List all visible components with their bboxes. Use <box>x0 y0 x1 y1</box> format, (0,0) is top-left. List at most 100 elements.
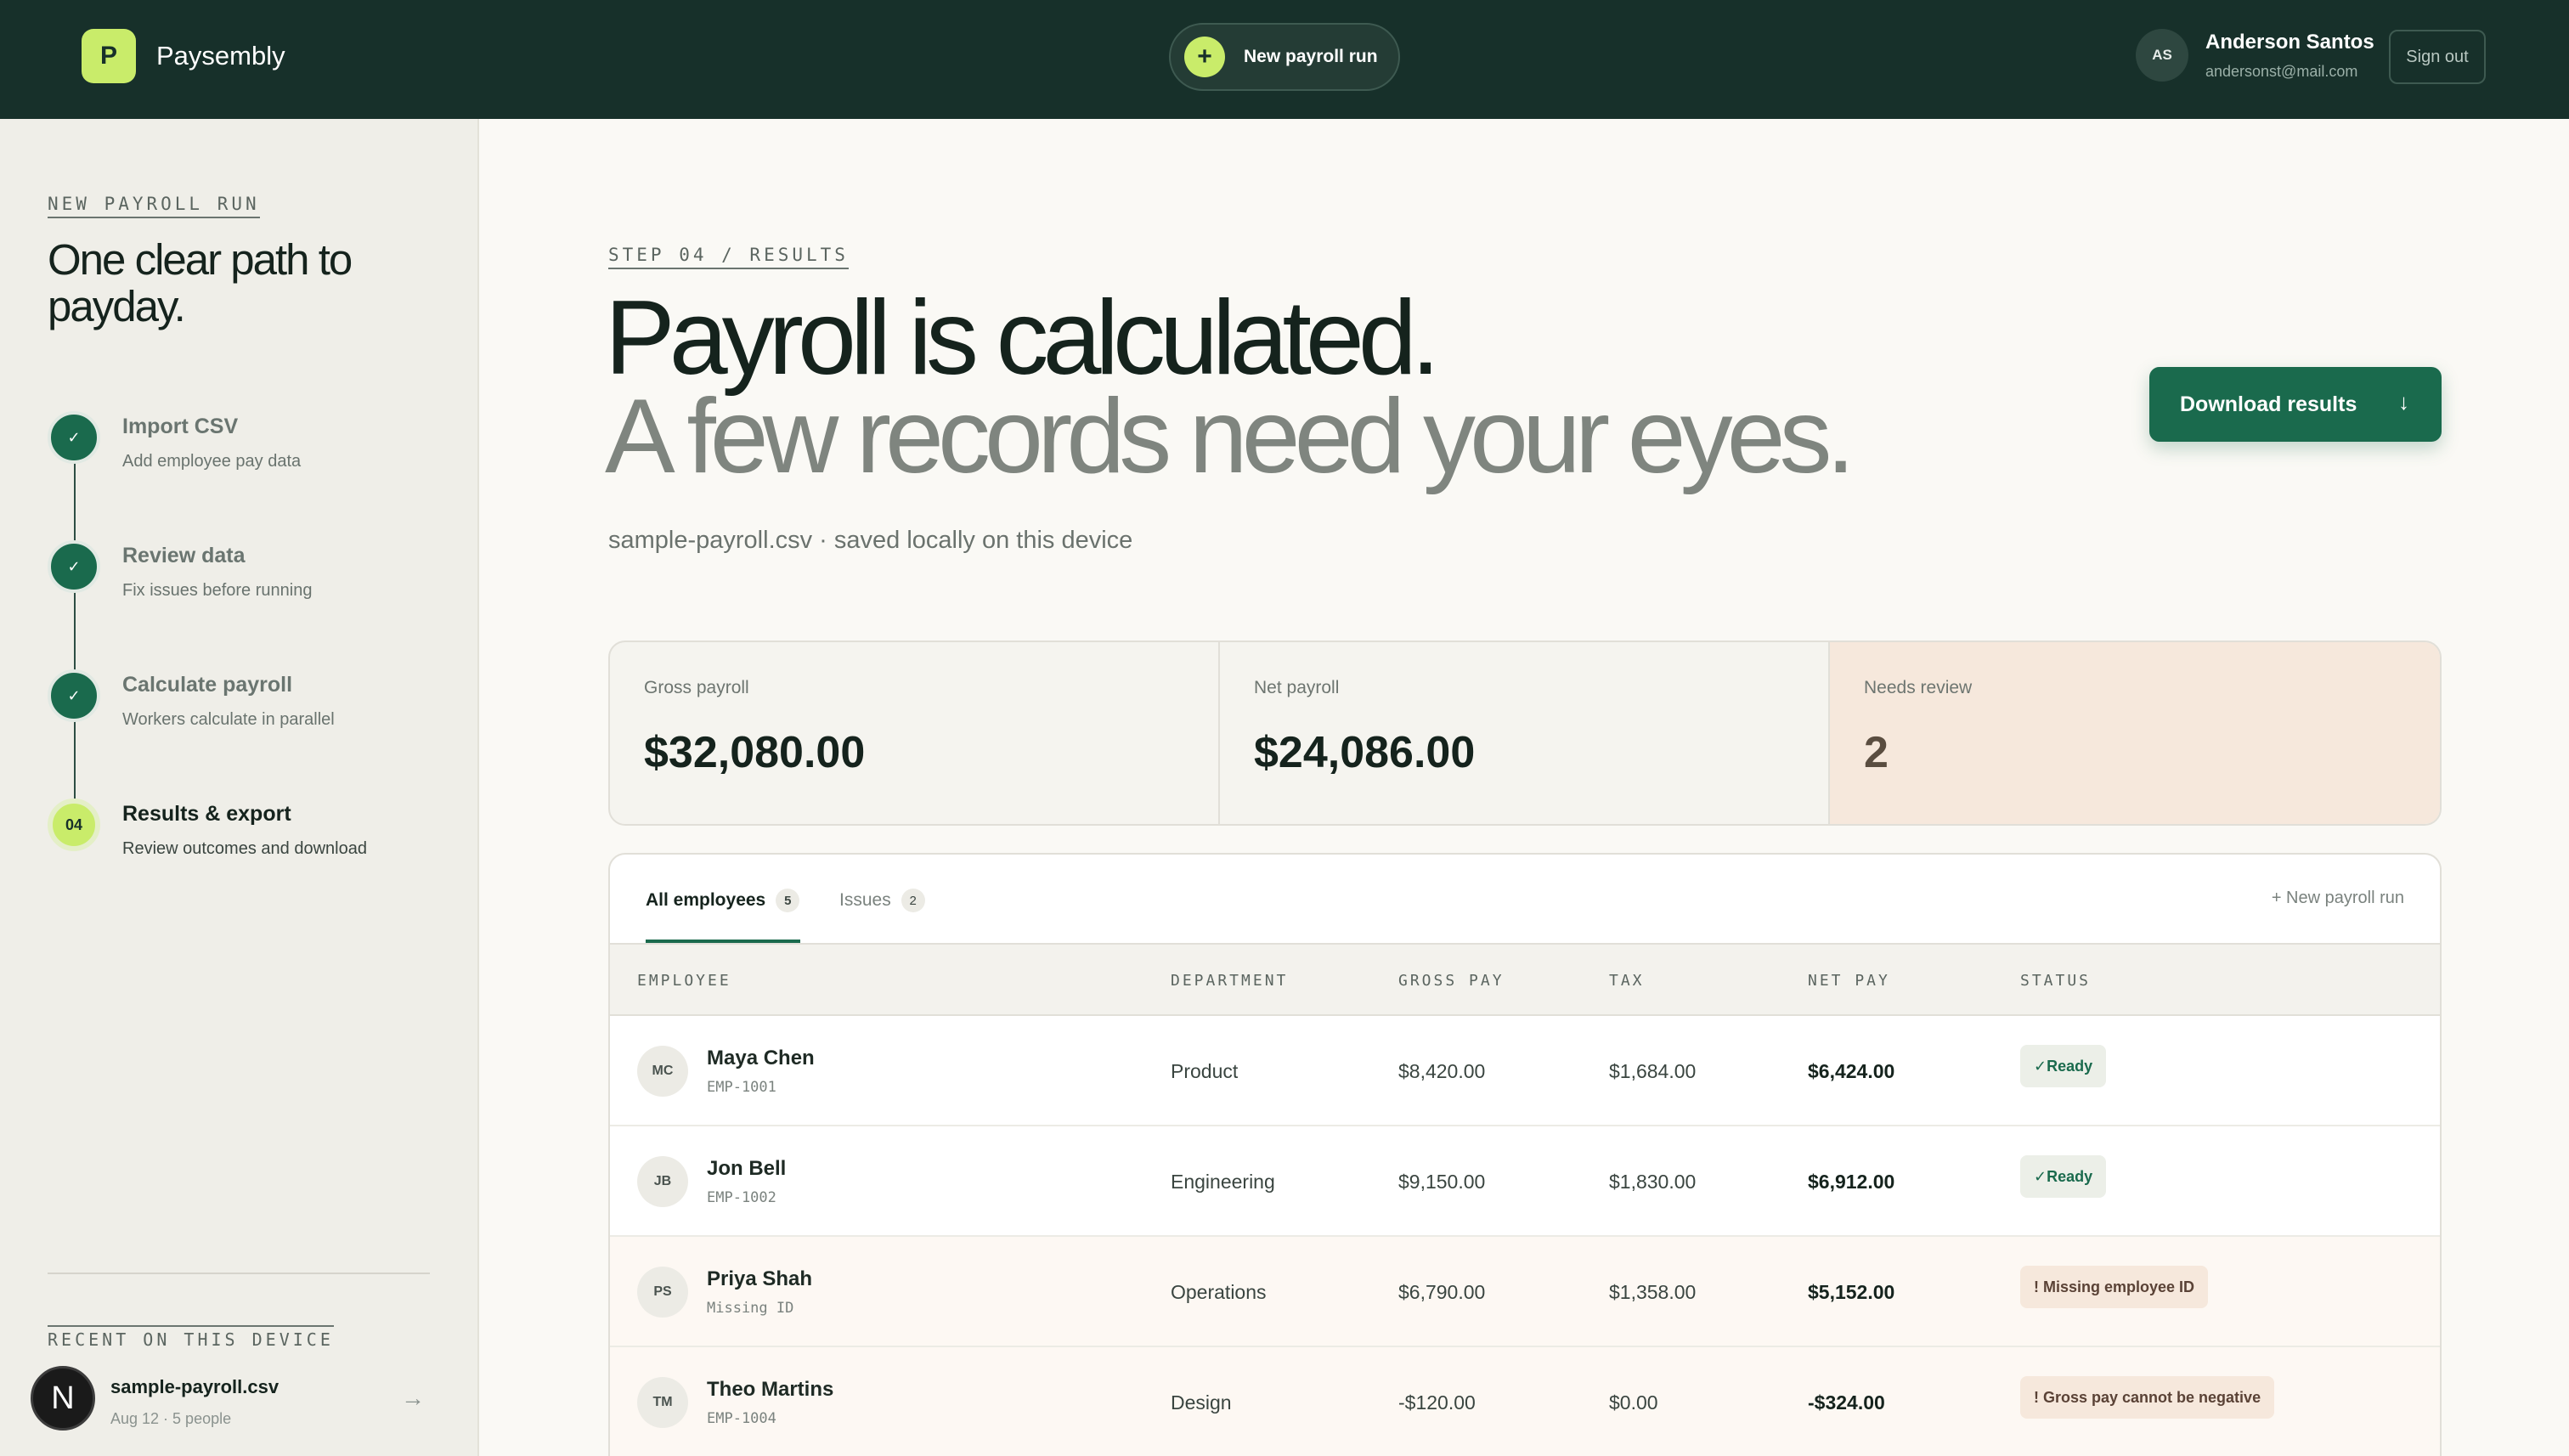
employee-id: EMP-1004 <box>707 1410 776 1427</box>
brand[interactable]: P Paysembly <box>82 29 285 83</box>
sidebar-title: One clear path to payday. <box>48 235 353 330</box>
stat-net-payroll: Net payroll $24,086.00 <box>1220 642 1830 824</box>
column-header[interactable]: NET PAY <box>1808 972 1890 990</box>
file-note: sample-payroll.csv · saved locally on th… <box>608 527 1133 554</box>
avatar: JB <box>637 1156 688 1207</box>
step-title: Import CSV <box>122 415 239 438</box>
step-eyebrow: STEP 04 / RESULTS <box>608 245 849 269</box>
table-row[interactable]: JB Jon Bell EMP-1002 Engineering $9,150.… <box>610 1126 2440 1237</box>
stat-label: Net payroll <box>1254 678 1340 697</box>
net-pay: $6,912.00 <box>1808 1171 1895 1193</box>
tax: $1,830.00 <box>1609 1171 1697 1193</box>
download-icon: ↓ <box>2398 389 2409 415</box>
net-pay: $6,424.00 <box>1808 1060 1895 1082</box>
avatar: TM <box>637 1377 688 1428</box>
tax: $0.00 <box>1609 1391 1658 1414</box>
step-review-data[interactable]: ✓ Review data Fix issues before running <box>48 540 447 625</box>
brand-logo: P <box>82 29 136 83</box>
gross-pay: $6,790.00 <box>1398 1281 1486 1303</box>
employee-id: EMP-1001 <box>707 1079 776 1096</box>
tab-label: Issues <box>839 890 891 910</box>
active-tab-indicator <box>646 940 800 943</box>
status-badge: ✓Ready <box>2020 1045 2107 1087</box>
step-results-export[interactable]: 04 Results & export Review outcomes and … <box>48 799 447 883</box>
step-connector <box>74 445 76 832</box>
employee-name: Theo Martins <box>707 1378 834 1401</box>
check-icon: ✓ <box>48 540 100 593</box>
tab-issues[interactable]: Issues 2 <box>839 889 925 912</box>
tab-all-employees[interactable]: All employees 5 <box>646 889 800 912</box>
stat-label: Gross payroll <box>644 678 749 697</box>
step-subtitle: Review outcomes and download <box>122 839 367 858</box>
sign-out-button[interactable]: Sign out <box>2389 30 2486 84</box>
brand-name: Paysembly <box>156 41 285 71</box>
plus-icon: + <box>1184 37 1225 77</box>
employee-id: Missing ID <box>707 1300 794 1317</box>
tab-count: 5 <box>776 889 800 912</box>
step-subtitle: Workers calculate in parallel <box>122 710 335 729</box>
check-icon: ✓ <box>48 669 100 722</box>
user-email: andersonst@mail.com <box>2205 62 2358 80</box>
status-badge: ! Gross pay cannot be negative <box>2020 1376 2275 1419</box>
step-subtitle: Add employee pay data <box>122 452 302 471</box>
step-title: Calculate payroll <box>122 673 293 697</box>
column-header[interactable]: DEPARTMENT <box>1171 972 1288 990</box>
column-header[interactable]: STATUS <box>2020 972 2091 990</box>
recent-file-name: sample-payroll.csv <box>110 1376 279 1397</box>
stat-value: 2 <box>1864 728 1889 777</box>
new-payroll-run-link[interactable]: + New payroll run <box>2272 889 2404 908</box>
stat-label: Needs review <box>1864 678 1973 697</box>
column-header[interactable]: EMPLOYEE <box>637 972 731 990</box>
recent-file-item[interactable]: N sample-payroll.csv Aug 12 · 5 people → <box>31 1366 438 1431</box>
tax: $1,684.00 <box>1609 1060 1697 1082</box>
recent-file-meta: Aug 12 · 5 people <box>110 1410 232 1427</box>
tab-bar: All employees 5 Issues 2 + New payroll r… <box>610 855 2440 945</box>
status-badge: ! Missing employee ID <box>2020 1266 2209 1308</box>
column-header[interactable]: TAX <box>1609 972 1645 990</box>
new-payroll-run-button[interactable]: + New payroll run <box>1169 23 1400 91</box>
sidebar-eyebrow: NEW PAYROLL RUN <box>48 194 260 218</box>
download-results-button[interactable]: Download results ↓ <box>2149 367 2442 442</box>
tab-label: All employees <box>646 890 766 910</box>
tax: $1,358.00 <box>1609 1281 1697 1303</box>
step-title: Results & export <box>122 802 291 826</box>
arrow-right-icon: → <box>401 1385 425 1411</box>
column-header[interactable]: GROSS PAY <box>1398 972 1505 990</box>
download-results-label: Download results <box>2180 392 2357 416</box>
sidebar-divider <box>48 1273 430 1274</box>
results-table: All employees 5 Issues 2 + New payroll r… <box>608 853 2442 1456</box>
avatar: PS <box>637 1267 688 1318</box>
stat-needs-review: Needs review 2 <box>1830 642 2440 824</box>
table-row[interactable]: MC Maya Chen EMP-1001 Product $8,420.00 … <box>610 1016 2440 1126</box>
summary-stats: Gross payroll $32,080.00 Net payroll $24… <box>608 641 2442 826</box>
stat-value: $32,080.00 <box>644 728 866 777</box>
step-number-badge: 04 <box>48 799 100 851</box>
top-bar: P Paysembly + New payroll run AS Anderso… <box>0 0 2569 119</box>
department: Product <box>1171 1060 1239 1082</box>
table-row[interactable]: TM Theo Martins EMP-1004 Design -$120.00… <box>610 1347 2440 1456</box>
tab-count: 2 <box>901 889 925 912</box>
sidebar: NEW PAYROLL RUN One clear path to payday… <box>0 119 479 1456</box>
step-title: Review data <box>122 544 246 567</box>
department: Engineering <box>1171 1171 1275 1193</box>
status-badge: ✓Ready <box>2020 1155 2107 1198</box>
department: Design <box>1171 1391 1232 1414</box>
step-calculate-payroll[interactable]: ✓ Calculate payroll Workers calculate in… <box>48 669 447 754</box>
avatar: MC <box>637 1046 688 1097</box>
user-menu[interactable]: AS Anderson Santos andersonst@mail.com <box>2136 29 2374 82</box>
stat-value: $24,086.00 <box>1254 728 1476 777</box>
table-header: EMPLOYEE DEPARTMENT GROSS PAY TAX NET PA… <box>610 945 2440 1016</box>
check-icon: ✓ <box>48 411 100 464</box>
stat-gross-payroll: Gross payroll $32,080.00 <box>610 642 1220 824</box>
net-pay: -$324.00 <box>1808 1391 1885 1414</box>
employee-name: Jon Bell <box>707 1157 787 1180</box>
employee-name: Priya Shah <box>707 1267 813 1290</box>
net-pay: $5,152.00 <box>1808 1281 1895 1303</box>
step-import-csv[interactable]: ✓ Import CSV Add employee pay data <box>48 411 447 496</box>
recent-file-avatar: N <box>31 1366 95 1431</box>
step-subtitle: Fix issues before running <box>122 581 313 600</box>
table-row[interactable]: PS Priya Shah Missing ID Operations $6,7… <box>610 1237 2440 1347</box>
new-payroll-run-label: New payroll run <box>1244 47 1378 66</box>
page-title: Payroll is calculated. <box>605 279 1440 397</box>
employee-id: EMP-1002 <box>707 1189 776 1206</box>
